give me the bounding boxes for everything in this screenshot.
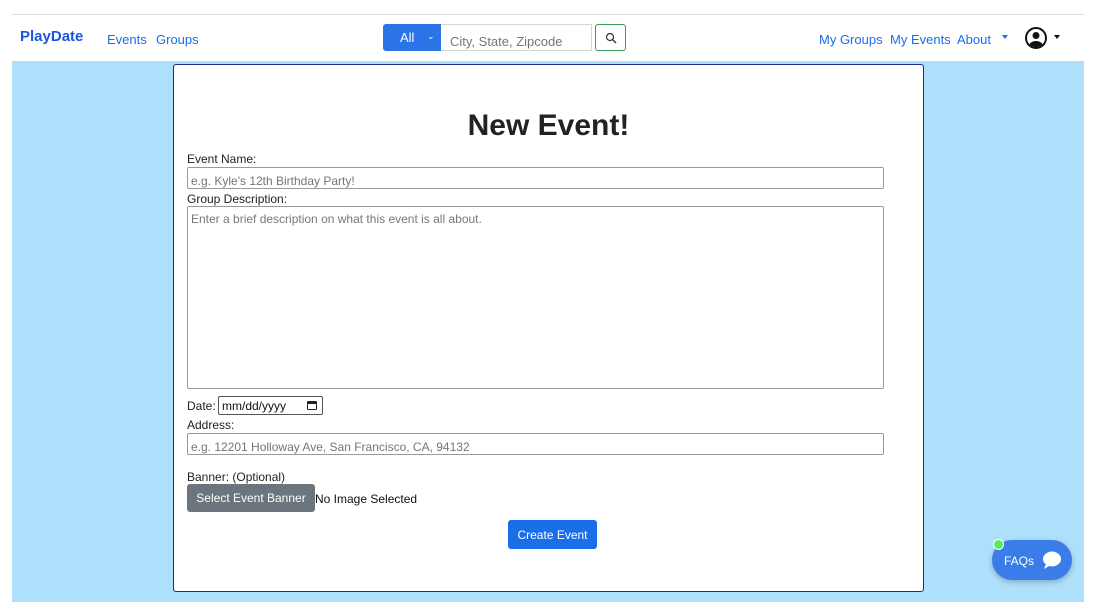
address-label: Address: [187, 418, 235, 432]
description-label: Group Description: [187, 192, 288, 206]
nav-link-events[interactable]: Events [107, 32, 147, 47]
search-category-select[interactable]: All ⌄ [383, 24, 441, 51]
date-label: Date: [187, 399, 216, 413]
nav-link-my-events[interactable]: My Events [890, 32, 951, 47]
user-menu-caret-icon[interactable] [1054, 35, 1060, 39]
faq-widget-button[interactable]: FAQs [992, 540, 1072, 580]
search-icon [605, 32, 617, 44]
nav-link-groups[interactable]: Groups [156, 32, 199, 47]
user-icon [1029, 32, 1043, 47]
date-input[interactable]: mm/dd/yyyy [218, 396, 323, 415]
chat-bubble-icon [1043, 551, 1061, 569]
nav-link-my-groups[interactable]: My Groups [819, 32, 883, 47]
search-input[interactable] [441, 24, 592, 51]
banner-status-text: No Image Selected [315, 492, 418, 506]
calendar-icon[interactable] [307, 401, 317, 410]
online-status-dot [993, 539, 1004, 550]
brand-logo[interactable]: PlayDate [20, 28, 83, 45]
navbar: PlayDate Events Groups All ⌄ My Groups M… [12, 15, 1084, 61]
create-event-button[interactable]: Create Event [508, 520, 597, 549]
chevron-down-icon: ⌄ [427, 31, 435, 41]
banner-label: Banner: (Optional) [187, 470, 286, 484]
select-banner-button[interactable]: Select Event Banner [187, 484, 315, 512]
search-button[interactable] [595, 24, 626, 51]
date-value: mm/dd/yyyy [222, 399, 287, 413]
faq-label: FAQs [1004, 554, 1035, 568]
new-event-form: New Event! Event Name: Group Description… [173, 64, 924, 592]
event-name-label: Event Name: [187, 152, 257, 166]
description-textarea[interactable]: Enter a brief description on what this e… [187, 206, 884, 389]
about-caret-icon[interactable] [1002, 35, 1008, 39]
event-name-input[interactable] [187, 167, 884, 189]
app-frame: PlayDate Events Groups All ⌄ My Groups M… [12, 14, 1084, 602]
nav-link-about[interactable]: About [957, 32, 991, 47]
address-input[interactable] [187, 433, 884, 455]
user-avatar[interactable] [1025, 27, 1047, 49]
page-title: New Event! [467, 109, 630, 142]
search-category-label: All [400, 30, 415, 45]
